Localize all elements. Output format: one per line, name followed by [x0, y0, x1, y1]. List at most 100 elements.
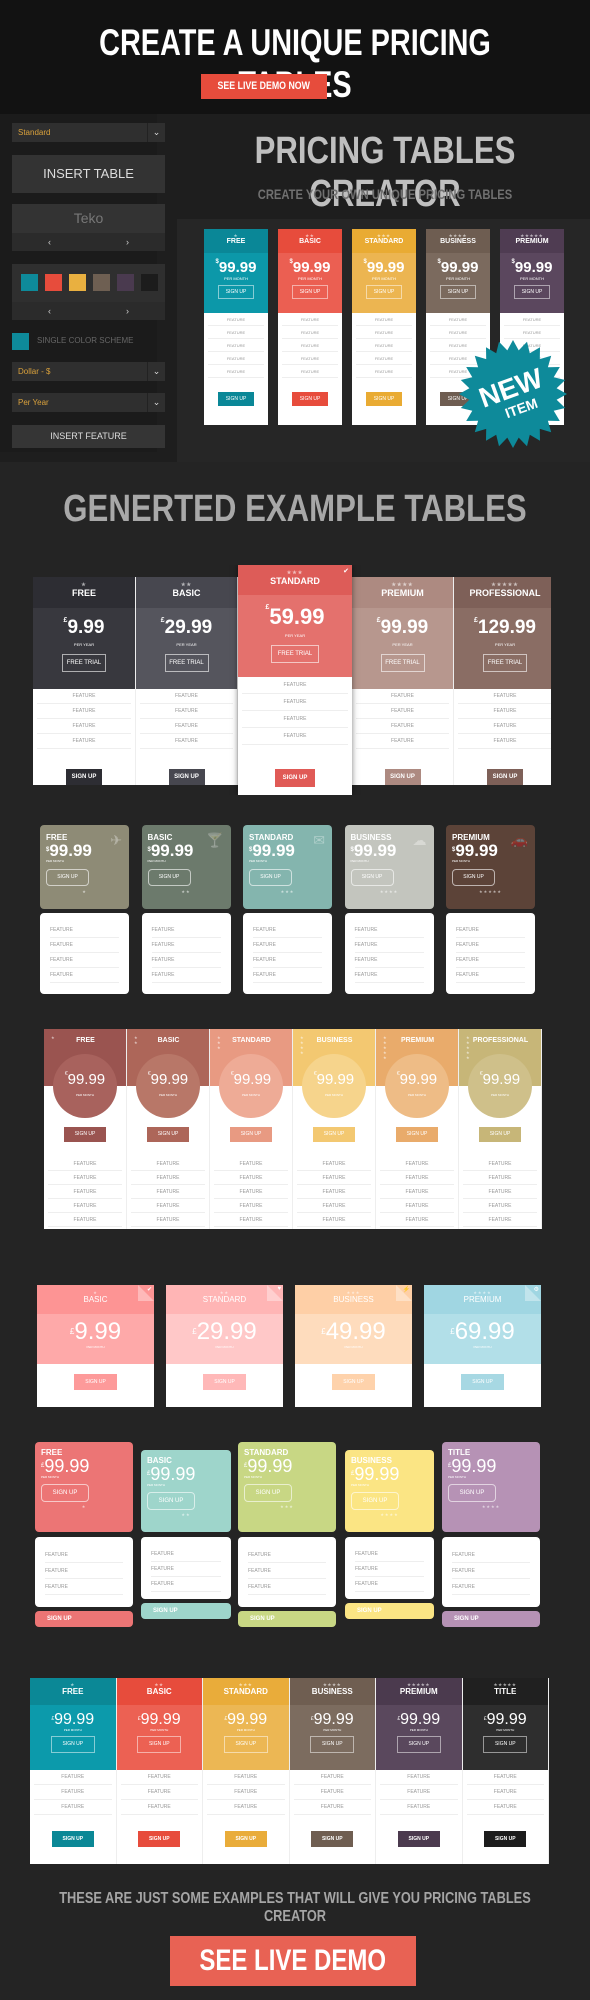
feature-row: FEATURE: [282, 352, 338, 365]
plan-signup-button[interactable]: SIGN UP: [351, 1492, 399, 1510]
plan-signup-button[interactable]: SIGN UP: [41, 1484, 89, 1502]
plan-signup-button[interactable]: SIGN UP: [484, 1831, 527, 1847]
color-swatch[interactable]: [45, 274, 62, 291]
color-swatch[interactable]: [117, 274, 134, 291]
plan-signup-button[interactable]: SIGN UP: [64, 1127, 106, 1142]
style-select[interactable]: Standard ⌄: [12, 123, 165, 142]
plan-signup-button[interactable]: SIGN UP: [230, 1127, 272, 1142]
color-swatch[interactable]: [93, 274, 110, 291]
feature-row: FEATURE: [356, 313, 412, 326]
feature-row: FEATURE: [131, 1199, 205, 1213]
plan-signup-button[interactable]: SIGN UP: [440, 285, 476, 299]
plan-signup-button[interactable]: SIGN UP: [147, 869, 191, 886]
plan-price-block: £99.99 PER MONTH SIGN UP: [203, 1705, 289, 1770]
plan-signup-button[interactable]: SIGN UP: [50, 1736, 95, 1753]
single-color-checkbox[interactable]: [12, 333, 29, 350]
plan-signup-button[interactable]: SIGN UP: [487, 769, 523, 785]
plan-signup-button[interactable]: SIGN UP: [332, 1374, 375, 1390]
currency-symbol: $: [437, 259, 441, 265]
plan-signup-button[interactable]: SIGN UP: [223, 1736, 268, 1753]
plan-signup-button[interactable]: SIGN UP: [224, 1831, 267, 1847]
plan-signup-button[interactable]: SIGN UP: [168, 769, 205, 785]
plan-signup-button[interactable]: SIGN UP: [46, 869, 89, 886]
plan-card-top: STANDARD £99.99 PER MONTH SIGN UP ★★★: [238, 1442, 336, 1532]
plan-signup-button[interactable]: SIGN UP: [137, 1736, 182, 1753]
currency-symbol: £: [310, 1716, 314, 1722]
plan-signup-button[interactable]: SIGN UP: [311, 1831, 354, 1847]
plan-stars: ★: [81, 1504, 87, 1509]
font-prev-arrow-icon[interactable]: ‹: [48, 233, 51, 251]
insert-feature-button[interactable]: INSERT FEATURE: [12, 425, 165, 448]
plan-price: £99.99: [310, 1711, 354, 1728]
plan-signup-button[interactable]: SIGN UP: [138, 1831, 181, 1847]
plan-price-block: £99.99 PER MONTH SIGN UP: [30, 1705, 116, 1770]
plan-signup-button[interactable]: SIGN UP: [310, 1736, 355, 1753]
currency-symbol: €: [479, 1071, 483, 1077]
color-prev-arrow-icon[interactable]: ‹: [48, 302, 51, 320]
plan-signup-button[interactable]: SIGN UP: [249, 869, 292, 886]
plan-signup-button[interactable]: SIGN UP: [514, 285, 550, 299]
plan-signup-button[interactable]: SIGN UP: [345, 1603, 434, 1619]
plan-header: ★★ BASIC: [116, 1678, 202, 1705]
color-swatch[interactable]: [141, 274, 158, 291]
free-trial-button[interactable]: FREE TRIAL: [483, 654, 527, 672]
currency-symbol: €: [313, 1071, 317, 1077]
plan-signup-button[interactable]: SIGN UP: [448, 1484, 496, 1502]
feature-row: FEATURE: [214, 1171, 288, 1185]
plan-stars: ★: [93, 1290, 98, 1295]
plan-signup-button[interactable]: SIGN UP: [350, 869, 394, 886]
plan-signup-button[interactable]: SIGN UP: [461, 1374, 504, 1390]
plan-signup-button[interactable]: SIGN UP: [141, 1603, 231, 1619]
plan-signup-button[interactable]: SIGN UP: [396, 1127, 438, 1142]
see-live-demo-button[interactable]: SEE LIVE DEMO: [170, 1936, 416, 1986]
feature-row: FEATURE: [356, 719, 449, 734]
plan-signup-button[interactable]: SIGN UP: [479, 1127, 521, 1142]
plan-signup-button[interactable]: SIGN UP: [35, 1611, 133, 1627]
plan-signup-button[interactable]: SIGN UP: [452, 869, 495, 886]
plan-signup-button[interactable]: SIGN UP: [366, 392, 402, 406]
plan-signup-button[interactable]: SIGN UP: [147, 1127, 189, 1142]
example-table-6: ★ FREE £99.99 PER MONTH SIGN UP FEATURE FEATUR…: [30, 1678, 549, 1864]
plan-signup-button[interactable]: SIGN UP: [366, 285, 402, 299]
plan-signup-button[interactable]: SIGN UP: [396, 1736, 441, 1753]
plan-signup-button[interactable]: SIGN UP: [292, 392, 328, 406]
plan-period: PER MONTH: [215, 1345, 234, 1349]
free-trial-button[interactable]: FREE TRIAL: [380, 654, 425, 672]
free-trial-button[interactable]: FREE TRIAL: [271, 645, 319, 663]
plan-signup-button[interactable]: SIGN UP: [218, 285, 254, 299]
plan-signup-button[interactable]: SIGN UP: [51, 1831, 94, 1847]
font-next-arrow-icon[interactable]: ›: [126, 233, 129, 251]
plan-signup-button[interactable]: SIGN UP: [238, 1611, 336, 1627]
plan-signup-button[interactable]: SIGN UP: [203, 1374, 246, 1390]
color-next-arrow-icon[interactable]: ›: [126, 302, 129, 320]
plan-period: PER MONTH: [76, 1093, 94, 1097]
plan-signup-button[interactable]: SIGN UP: [66, 769, 102, 785]
plan-header: ★★★ STANDARD: [203, 1678, 289, 1705]
plan-signup-button[interactable]: SIGN UP: [244, 1484, 292, 1502]
plan-stars: ★: [70, 1682, 76, 1687]
plan-stars: ★★★★★: [493, 1682, 517, 1687]
free-trial-button[interactable]: FREE TRIAL: [164, 654, 209, 672]
insert-table-button[interactable]: INSERT TABLE: [12, 155, 165, 193]
currency-symbol: £: [147, 1471, 151, 1477]
plan-signup-button[interactable]: SIGN UP: [275, 769, 315, 787]
plan-signup-button[interactable]: SIGN UP: [218, 392, 254, 406]
period-select[interactable]: Per Year ⌄: [12, 393, 165, 412]
free-trial-button[interactable]: FREE TRIAL: [62, 654, 106, 672]
plan-signup-button[interactable]: SIGN UP: [384, 769, 421, 785]
color-swatch[interactable]: [69, 274, 86, 291]
plan-signup-button[interactable]: SIGN UP: [292, 285, 328, 299]
plan-signup-button[interactable]: SIGN UP: [442, 1611, 540, 1627]
plan-signup-button[interactable]: SIGN UP: [74, 1374, 117, 1390]
plan-signup-button[interactable]: SIGN UP: [397, 1831, 440, 1847]
plan-period: PER MONTH: [473, 1345, 492, 1349]
see-live-demo-now-button[interactable]: SEE LIVE DEMO NOW: [201, 74, 327, 99]
color-swatch[interactable]: [21, 274, 38, 291]
plan-price-circle: €99.99 PER MONTH: [468, 1054, 532, 1118]
plan-signup-button[interactable]: SIGN UP: [147, 1492, 195, 1510]
plan-signup-button[interactable]: SIGN UP: [483, 1736, 528, 1753]
plan-signup-button[interactable]: SIGN UP: [313, 1127, 355, 1142]
plan-name: STANDARD: [270, 576, 320, 586]
currency-select[interactable]: Dollar - $ ⌄: [12, 362, 165, 381]
feature-row: FEATURE: [37, 704, 131, 719]
